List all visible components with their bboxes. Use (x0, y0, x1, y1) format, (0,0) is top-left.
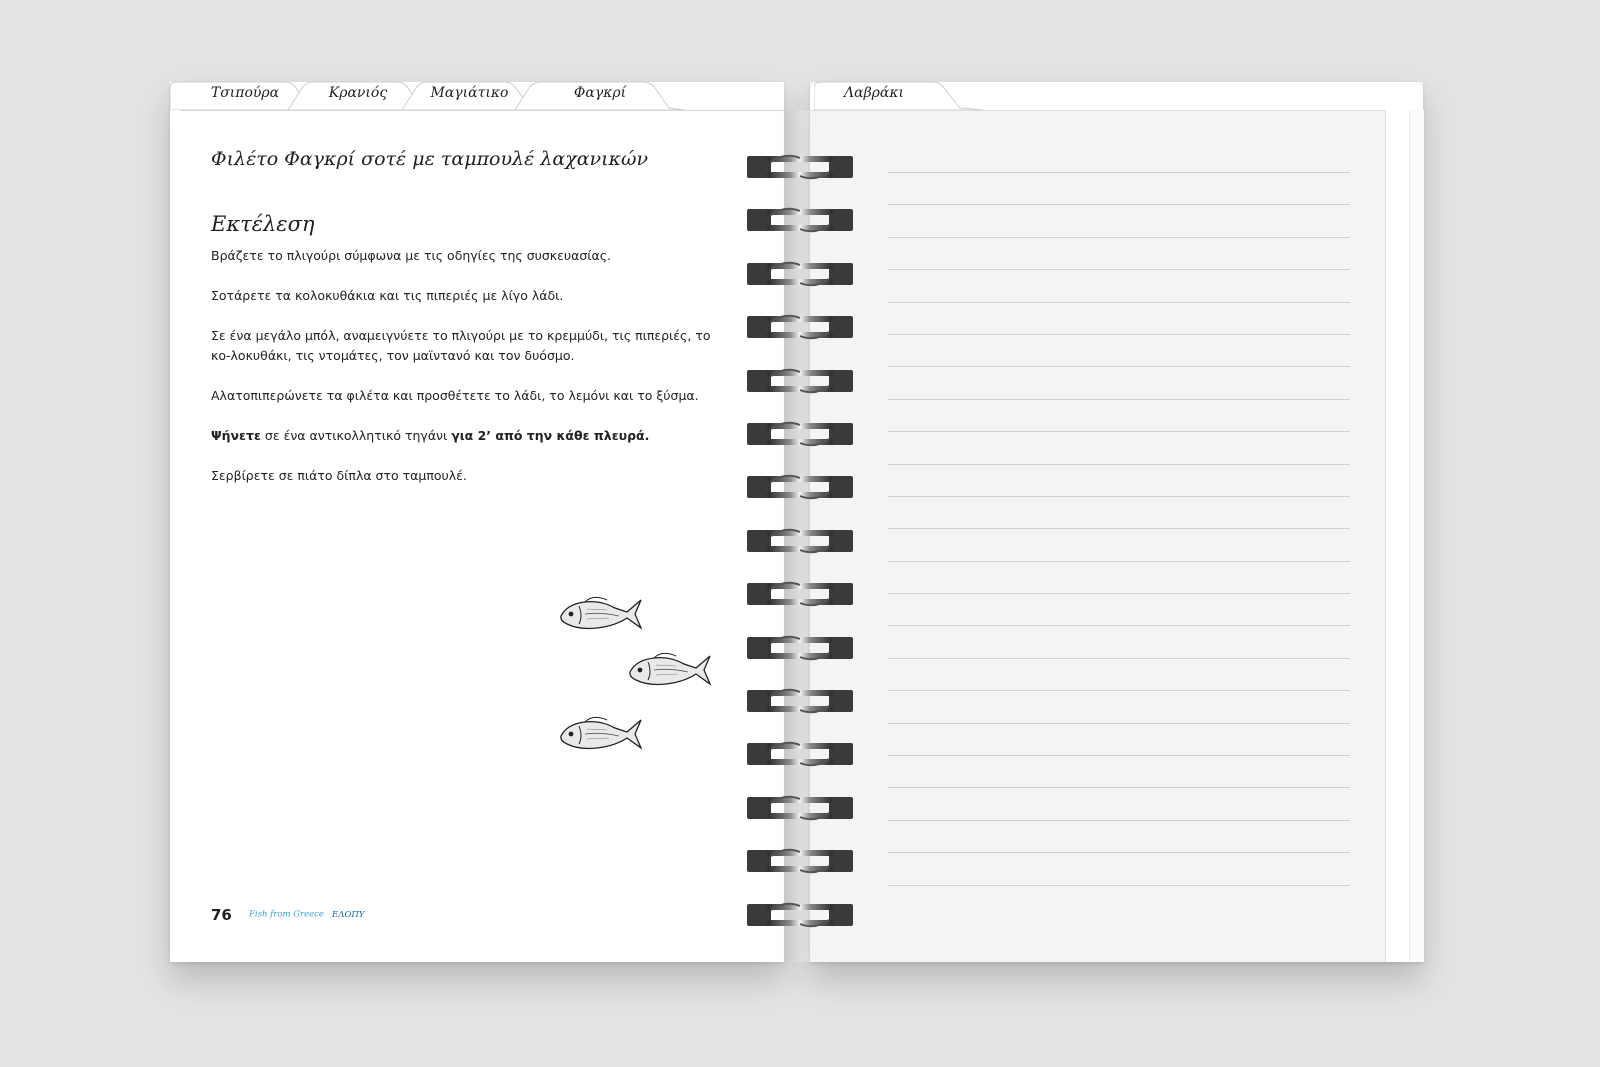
page-footer: 76 Fish from Greece ΕΛΟΠΥ (211, 904, 364, 924)
spiral-ring (745, 737, 855, 771)
step-6: Σερβίρετε σε πιάτο δίπλα στο ταμπουλέ. (211, 468, 467, 483)
page-top-rule (180, 110, 784, 111)
fish-illustration-2 (629, 652, 712, 686)
page-number: 76 (211, 905, 232, 924)
ruled-line (888, 204, 1350, 206)
page-stack-edge (1409, 110, 1424, 962)
spiral-ring (745, 844, 855, 878)
ruled-line (888, 819, 1350, 821)
tab-fagkri[interactable]: Φαγκρί (515, 80, 685, 110)
step-1: Βράζετε το πλιγούρι σύμφωνα με τις οδηγί… (211, 248, 612, 263)
ruled-line (888, 236, 1350, 238)
ruled-line (888, 657, 1350, 659)
ruled-line (888, 172, 1350, 173)
ruled-line (888, 560, 1350, 562)
left-tabs: Τσιπούρα Κρανιός Μαγιάτικο Φαγκρί (170, 80, 730, 110)
step-4: Αλατοπιπερώνετε τα φιλέτα και προσθέτετε… (211, 388, 699, 403)
spiral-ring (745, 364, 855, 398)
spiral-ring (745, 577, 855, 611)
spiral-ring (745, 684, 855, 718)
spiral-ring (745, 203, 855, 237)
ruled-line (888, 755, 1350, 757)
spiral-ring (745, 898, 855, 932)
section-title: Εκτέλεση (211, 212, 315, 236)
ruled-line (888, 884, 1350, 886)
tab-lavraki[interactable]: Λαβράκι (814, 80, 984, 110)
tab-label: Κρανιός (328, 85, 388, 101)
ruled-line (888, 722, 1350, 724)
ruled-line (888, 495, 1350, 497)
brand-label: Fish from Greece (248, 909, 324, 920)
ruled-line (888, 528, 1350, 530)
step-2: Σοτάρετε τα κολοκυθάκια και τις πιπεριές… (211, 288, 564, 303)
spiral-ring (745, 310, 855, 344)
tab-label: Φαγκρί (573, 85, 627, 101)
tab-label: Μαγιάτικο (430, 85, 509, 101)
ruled-line (888, 333, 1350, 335)
ruled-line (888, 463, 1350, 465)
right-page-top-rule (810, 110, 1385, 111)
spiral-ring (745, 417, 855, 451)
spiral-ring (745, 150, 855, 184)
tab-label: Τσιπούρα (210, 85, 280, 101)
ruled-line (888, 398, 1350, 400)
spiral-ring (745, 470, 855, 504)
step-5-text: σε ένα αντικολλητικό τηγάνι (260, 428, 452, 443)
ruled-line (888, 301, 1350, 303)
step-5-bold-verb: Ψήνετε (211, 428, 261, 443)
page-stack (1385, 110, 1410, 962)
ruled-line (888, 787, 1350, 789)
recipe-title: Φιλέτο Φαγκρί σοτέ με ταμπουλέ λαχανικών (211, 148, 649, 170)
ruled-line (888, 852, 1350, 854)
ruled-line (888, 366, 1350, 368)
spiral-ring (745, 524, 855, 558)
fish-illustration-1 (560, 596, 643, 630)
fish-illustration-3 (560, 716, 643, 750)
recipe-steps: Βράζετε το πλιγούρι σύμφωνα με τις οδηγί… (211, 246, 711, 506)
left-page: Τσιπούρα Κρανιός Μαγιάτικο Φαγκρί Φιλέτο… (170, 80, 784, 962)
ruled-line (888, 625, 1350, 627)
ruled-line (888, 431, 1350, 433)
step-5-bold-time: για 2’ από την κάθε πλευρά. (451, 428, 650, 443)
ruled-lines (888, 172, 1350, 917)
ruled-line (888, 269, 1350, 271)
spiral-ring (745, 791, 855, 825)
brand-label-2: ΕΛΟΠΥ (332, 909, 365, 920)
spiral-binding (745, 150, 855, 940)
step-5: Ψήνετε σε ένα αντικολλητικό τηγάνι για 2… (211, 426, 711, 446)
step-3: Σε ένα μεγάλο μπόλ, αναμειγνύετε το πλιγ… (211, 328, 711, 363)
spiral-ring (745, 257, 855, 291)
tab-label: Λαβράκι (844, 85, 905, 101)
ruled-line (888, 593, 1350, 595)
spiral-ring (745, 631, 855, 665)
ruled-line (888, 690, 1350, 692)
